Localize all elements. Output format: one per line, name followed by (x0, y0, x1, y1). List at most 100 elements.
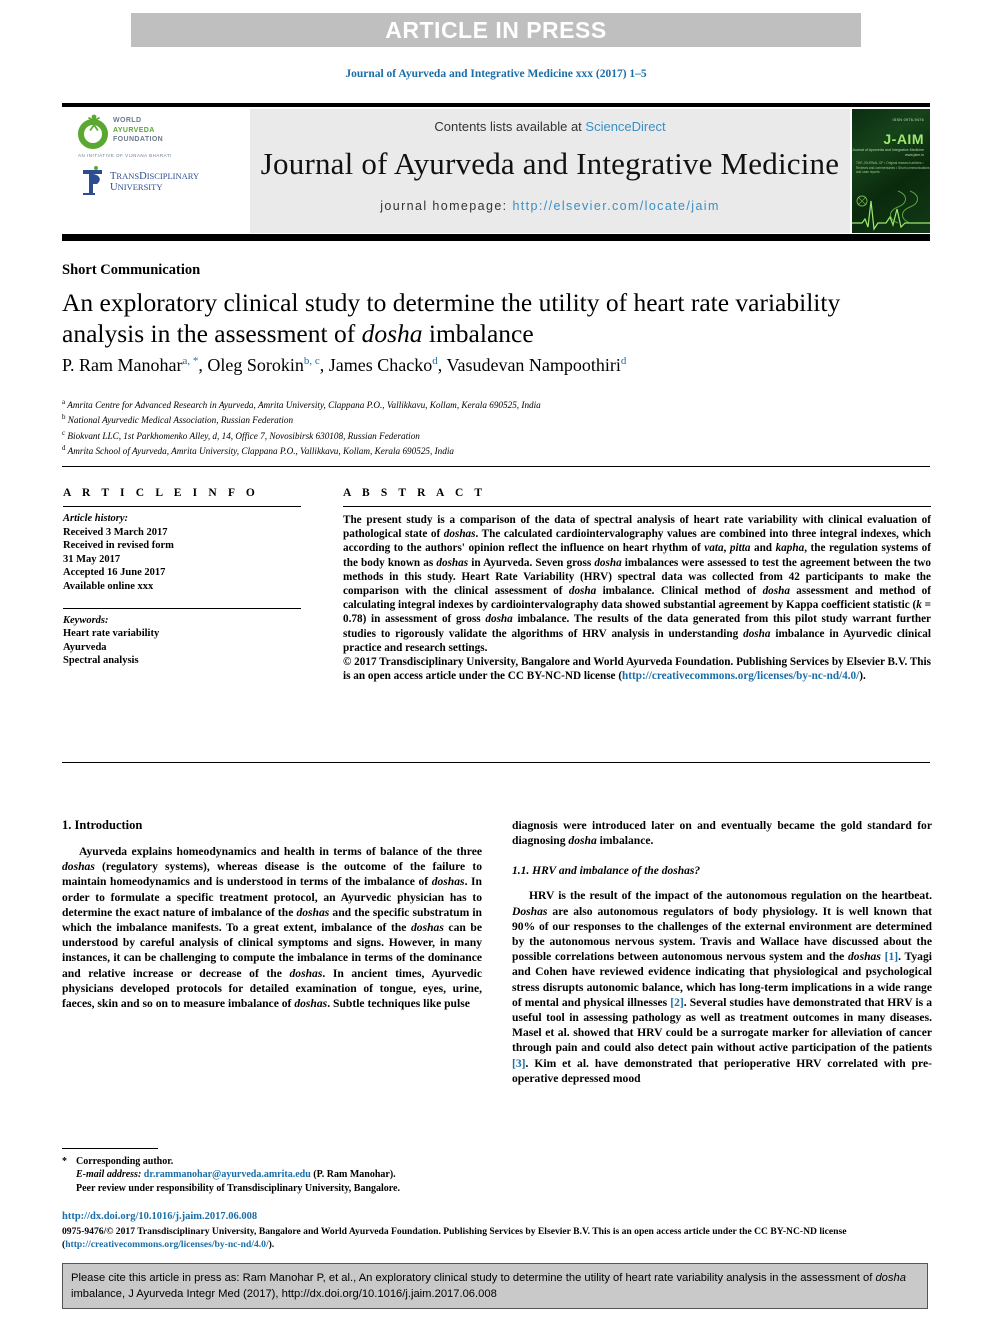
footer-license-link[interactable]: http://creativecommons.org/licenses/by-n… (65, 1239, 268, 1250)
author-affiliation-mark[interactable]: b, c (304, 355, 320, 367)
intro-paragraph: Ayurveda explains homeodynamics and heal… (62, 845, 482, 1011)
keywords-label: Keywords: (63, 614, 109, 626)
journal-running-head: Journal of Ayurveda and Integrative Medi… (345, 68, 647, 80)
keyword-item: Spectral analysis (63, 655, 139, 667)
abstract-section-bottom-rule (62, 762, 930, 763)
doi-link[interactable]: http://dx.doi.org/10.1016/j.jaim.2017.06… (62, 1211, 257, 1222)
ecg-wave-icon (852, 190, 930, 231)
masthead-top-rule (62, 103, 930, 107)
abstract-rule (343, 506, 931, 507)
citation-suffix: imbalance, J Ayurveda Integr Med (2017),… (71, 1288, 497, 1300)
article-page: ARTICLE IN PRESS Journal of Ayurveda and… (0, 0, 992, 1323)
intro-continuation-paragraph: diagnosis were introduced later on and e… (512, 819, 932, 848)
license-link[interactable]: http://creativecommons.org/licenses/by-n… (622, 670, 859, 682)
page-title: An exploratory clinical study to determi… (62, 287, 862, 349)
person-icon (88, 114, 100, 131)
article-history-block: Article history: Received 3 March 2017 R… (63, 512, 301, 594)
affiliation-list: a Amrita Centre for Advanced Research in… (62, 396, 930, 458)
wa-logo-tagline: AN INITIATIVE OF VIJNANA BHARATI (78, 153, 172, 158)
email-owner: (P. Ram Manohar). (313, 1169, 396, 1181)
article-in-press-label: ARTICLE IN PRESS (385, 16, 607, 43)
world-ayurveda-foundation-logo: WORLD AYURVEDA FOUNDATION AN INITIATIVE … (78, 114, 182, 160)
affiliation-text: Amrita School of Ayurveda, Amrita Univer… (67, 446, 454, 457)
journal-masthead: WORLD AYURVEDA FOUNDATION AN INITIATIVE … (62, 109, 930, 233)
abstract-section-top-rule (62, 466, 930, 467)
article-info-heading: A R T I C L E I N F O (63, 487, 259, 499)
author-affiliation-mark[interactable]: d (621, 355, 627, 367)
corresponding-author-note: * Corresponding author. (62, 1155, 492, 1168)
body-column-right: diagnosis were introduced later on and e… (512, 818, 932, 1086)
journal-title: Journal of Ayurveda and Integrative Medi… (260, 146, 840, 181)
cover-subtitle-text: Journal of Ayurveda and Integrative Medi… (852, 148, 924, 157)
subsection-heading-hrv: 1.1. HRV and imbalance of the doshas? (512, 865, 701, 878)
journal-homepage-line: journal homepage: http://elsevier.com/lo… (250, 199, 850, 213)
affiliation-text: Amrita Centre for Advanced Research in A… (67, 400, 541, 411)
copyright-text: © 2017 Transdisciplinary University, Ban… (343, 655, 931, 683)
affiliation-text: National Ayurvedic Medical Association, … (67, 415, 294, 426)
cover-title-text: J-AIM (883, 131, 924, 147)
td-logo-line1: TRANSDISCIPLINARY (110, 171, 200, 182)
affiliation-mark: b (62, 413, 66, 422)
citation-box: Please cite this article in press as: Ra… (62, 1263, 928, 1309)
wa-logo-line1: WORLD (113, 117, 142, 124)
article-history-item: Accepted 16 June 2017 (63, 567, 166, 579)
footnote-rule (62, 1148, 158, 1149)
abstract-body: The present study is a comparison of the… (343, 514, 932, 654)
keywords-block: Keywords: Heart rate variability Ayurved… (63, 614, 301, 668)
body-column-left: 1. Introduction Ayurveda explains homeod… (62, 818, 482, 1011)
abstract-heading: A B S T R A C T (343, 487, 487, 499)
section-heading-introduction: 1. Introduction (62, 818, 143, 832)
wa-logo-line2: AYURVEDA (113, 126, 155, 134)
article-in-press-banner: ARTICLE IN PRESS (131, 13, 861, 47)
publisher-logos: WORLD AYURVEDA FOUNDATION AN INITIATIVE … (62, 109, 199, 233)
cover-bullet-text: THE JOURNAL OF • Original research artic… (856, 161, 930, 175)
article-history-item: Received in revised form (63, 540, 174, 552)
citation-italic: dosha (875, 1272, 906, 1284)
author-affiliation-mark[interactable]: a, * (183, 355, 199, 367)
author-affiliation-mark[interactable]: d (432, 355, 438, 367)
email-link[interactable]: dr.rammanohar@ayurveda.amrita.edu (144, 1169, 311, 1180)
email-note: E-mail address: dr.rammanohar@ayurveda.a… (62, 1168, 492, 1181)
article-history-item: 31 May 2017 (63, 553, 121, 565)
homepage-url-link[interactable]: http://elsevier.com/locate/jaim (512, 199, 719, 213)
td-logo-text: TRANSDISCIPLINARY UNIVERSITY (110, 171, 199, 193)
affiliation-mark: d (62, 444, 66, 453)
article-title-part2: imbalance (422, 319, 534, 348)
author-name: P. Ram Manohar (62, 355, 183, 375)
abstract-panel: A B S T R A C T The present study is a c… (343, 487, 931, 683)
sciencedirect-link[interactable]: ScienceDirect (585, 119, 665, 134)
affiliation-mark: c (62, 428, 66, 437)
asterisk-icon: * (62, 1156, 67, 1167)
footnote-block: * Corresponding author. E-mail address: d… (62, 1155, 492, 1195)
corresponding-author-text: Corresponding author. (76, 1156, 174, 1167)
masthead-contents-box: Contents lists available at ScienceDirec… (250, 109, 850, 233)
author-list: P. Ram Manohara, *, Oleg Sorokinb, c, Ja… (62, 355, 627, 375)
issn-suffix: ). (268, 1238, 275, 1250)
keywords-rule (63, 607, 301, 609)
affiliation-item: a Amrita Centre for Advanced Research in… (62, 396, 930, 411)
article-history-label: Article history: (63, 513, 129, 524)
article-title-italic: dosha (361, 319, 423, 348)
cover-issn-text: ISSN 0975-9476 (892, 118, 924, 122)
homepage-label: journal homepage: (380, 199, 513, 213)
peer-review-note: Peer review under responsibility of Tran… (76, 1182, 400, 1194)
author-name: James Chacko (328, 355, 433, 375)
article-info-panel: A R T I C L E I N F O Article history: R… (63, 487, 301, 668)
hrv-paragraph: HRV is the result of the impact of the a… (512, 889, 932, 1085)
author-name: Oleg Sorokin (207, 355, 304, 375)
affiliation-item: c Biokvant LLC, 1st Parkhomenko Alley, d… (62, 427, 930, 442)
affiliation-item: b National Ayurvedic Medical Association… (62, 411, 930, 426)
pillar-icon (83, 166, 102, 195)
article-type-label: Short Communication (62, 262, 201, 278)
article-history-item: Available online xxx (63, 580, 154, 592)
affiliation-item: d Amrita School of Ayurveda, Amrita Univ… (62, 442, 930, 457)
wa-logo-line3: FOUNDATION (113, 136, 164, 143)
issn-copyright-line: 0975-9476/© 2017 Transdisciplinary Unive… (62, 1226, 932, 1252)
masthead-bottom-rule (62, 234, 930, 241)
keyword-item: Heart rate variability (63, 628, 160, 640)
journal-cover-thumbnail: ISSN 0975-9476 J-AIM Journal of Ayurveda… (852, 109, 930, 233)
copyright-suffix: ). (859, 670, 866, 683)
wa-logo-text: WORLD AYURVEDA FOUNDATION (113, 116, 163, 145)
transdisciplinary-university-logo: TRANSDISCIPLINARY UNIVERSITY (78, 163, 199, 203)
contents-lists-line: Contents lists available at ScienceDirec… (250, 119, 850, 134)
